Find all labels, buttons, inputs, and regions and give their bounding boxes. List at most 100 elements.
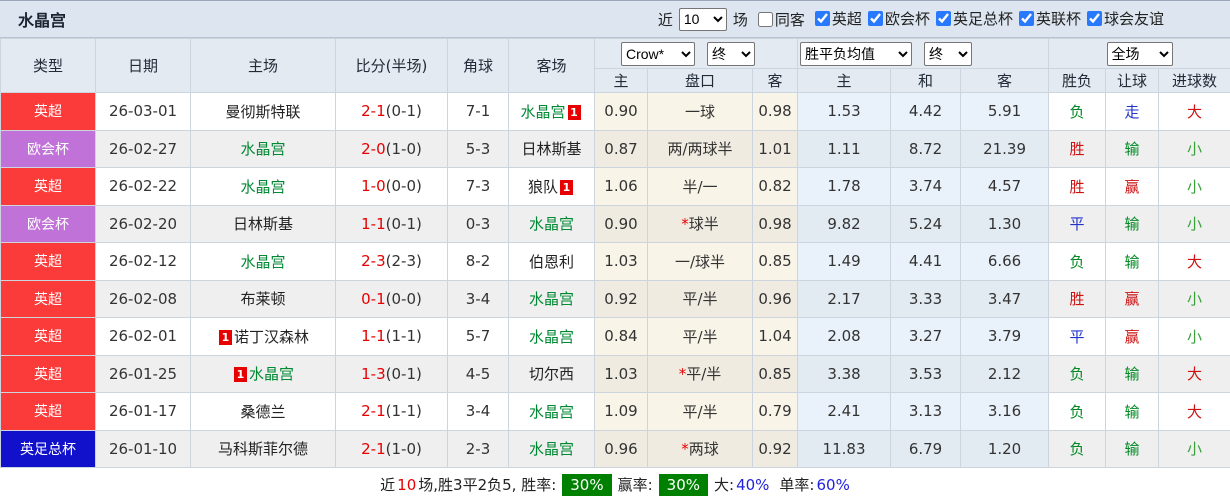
league-type-badge: 英超 xyxy=(0,92,96,131)
league-filter-checkbox[interactable] xyxy=(1086,11,1102,26)
match-row: 欧会杯 26-02-27 水晶宫 2-0(1-0) 5-3 日林斯基 0.87 … xyxy=(0,129,1230,168)
league-filter-checkbox[interactable] xyxy=(867,11,883,26)
away-team-cell[interactable]: 水晶宫 1 xyxy=(508,92,595,131)
score-cell: 2-0(1-0) xyxy=(335,129,448,168)
same-away-filter[interactable]: 同客 xyxy=(757,9,805,30)
match-scope-select[interactable]: 全场 xyxy=(1106,41,1173,66)
match-history-table: 类型 日期 主场 比分(半场) 角球 客场 Crow* 终 胜平负均值 终 全场… xyxy=(0,38,1230,468)
avg-home-odds: 11.83 xyxy=(797,429,892,468)
summary-count: 10 xyxy=(397,475,417,494)
away-team-cell[interactable]: 切尔西 xyxy=(508,354,595,393)
home-team-cell[interactable]: 桑德兰 xyxy=(190,392,336,431)
filter-controls: 近 10 场 同客 英超 欧会杯 英足总杯 英联杯 球会友谊 xyxy=(658,7,1164,31)
avg-draw-odds: 3.13 xyxy=(890,392,962,431)
score-cell: 2-1(1-0) xyxy=(335,429,448,468)
league-filter-checkbox[interactable] xyxy=(1018,11,1034,26)
away-team-cell[interactable]: 伯恩利 xyxy=(508,242,595,281)
avg-draw-odds: 3.33 xyxy=(890,279,962,318)
home-team-cell[interactable]: 马科斯菲尔德 xyxy=(190,429,336,468)
fulltime-score: 1-1 xyxy=(361,327,386,346)
home-team-cell[interactable]: 水晶宫 xyxy=(190,242,336,281)
corner-cell: 2-3 xyxy=(447,429,509,468)
away-team-cell[interactable]: 水晶宫 xyxy=(508,204,595,243)
handicap-result: 输 xyxy=(1105,129,1160,168)
halftime-score: (0-0) xyxy=(385,177,422,196)
avg-draw-odds: 3.53 xyxy=(890,354,962,393)
away-team-name: 水晶宫 xyxy=(528,215,574,234)
handicap-cell: 平/半 xyxy=(647,392,753,431)
match-row: 英超 26-01-17 桑德兰 2-1(1-1) 3-4 水晶宫 1.09 平/… xyxy=(0,392,1230,431)
home-team-cell[interactable]: 日林斯基 xyxy=(190,204,336,243)
handicap-line: 平/半 xyxy=(686,365,722,384)
win-loss-result: 胜 xyxy=(1048,279,1107,318)
home-team-name: 诺丁汉森林 xyxy=(233,327,309,346)
bookmaker-home-odds: 1.03 xyxy=(594,242,648,281)
score-cell: 1-3(0-1) xyxy=(335,354,448,393)
avg-home-odds: 1.53 xyxy=(797,92,892,131)
league-filter-1[interactable]: 英超 xyxy=(814,8,862,29)
league-filter-checkbox[interactable] xyxy=(935,11,951,26)
home-team-cell[interactable]: 水晶宫 xyxy=(190,167,336,206)
bookmaker-state-select[interactable]: 终 xyxy=(707,41,755,66)
avg-state-select[interactable]: 终 xyxy=(924,41,973,66)
home-team-cell[interactable]: 布莱顿 xyxy=(190,279,336,318)
league-type-badge: 英超 xyxy=(0,279,96,318)
same-away-checkbox[interactable] xyxy=(757,11,773,27)
match-date: 26-02-27 xyxy=(95,129,191,168)
league-filter-2[interactable]: 欧会杯 xyxy=(867,8,930,29)
bookmaker-home-odds: 1.03 xyxy=(594,354,648,393)
league-filter-4[interactable]: 英联杯 xyxy=(1018,8,1081,29)
match-date: 26-02-22 xyxy=(95,167,191,206)
league-type-badge: 英超 xyxy=(0,167,96,206)
bookmaker-select[interactable]: Crow* xyxy=(621,41,695,66)
halftime-score: (0-0) xyxy=(385,289,422,308)
sub-header-goals: 进球数 xyxy=(1158,68,1230,93)
home-team-cell[interactable]: 1 诺丁汉森林 xyxy=(190,317,336,356)
away-team-cell[interactable]: 水晶宫 xyxy=(508,279,595,318)
sub-header-crow-home: 主 xyxy=(594,68,648,93)
away-team-name: 切尔西 xyxy=(528,365,574,384)
bookmaker-away-odds: 0.96 xyxy=(751,279,799,318)
goals-result: 小 xyxy=(1158,317,1230,356)
league-filter-checkbox[interactable] xyxy=(814,11,830,26)
avg-away-odds: 4.57 xyxy=(960,167,1050,206)
fulltime-score: 2-1 xyxy=(361,102,386,121)
away-team-name: 狼队 xyxy=(527,177,558,196)
goals-result: 大 xyxy=(1158,242,1230,281)
col-header-away: 客场 xyxy=(508,38,595,93)
halftime-score: (1-1) xyxy=(385,327,422,346)
away-team-cell[interactable]: 日林斯基 xyxy=(508,129,595,168)
handicap-result: 输 xyxy=(1105,242,1160,281)
avg-odds-select[interactable]: 胜平负均值 xyxy=(800,41,913,66)
away-team-cell[interactable]: 水晶宫 xyxy=(508,392,595,431)
sub-header-handicap: 盘口 xyxy=(647,68,753,93)
topbar: 水晶宫 近 10 场 同客 英超 欧会杯 英足总杯 英联杯 球会友谊 xyxy=(0,1,1230,38)
league-filter-3[interactable]: 英足总杯 xyxy=(935,8,1013,29)
match-date: 26-02-08 xyxy=(95,279,191,318)
handicap-cell: 半/一 xyxy=(647,167,753,206)
home-team-cell[interactable]: 水晶宫 xyxy=(190,129,336,168)
sub-header-handicap-result: 让球 xyxy=(1105,68,1160,93)
home-team-cell[interactable]: 1 水晶宫 xyxy=(190,354,336,393)
big-label: 大: xyxy=(714,476,735,494)
away-team-cell[interactable]: 狼队 1 xyxy=(508,167,595,206)
red-card-badge: 1 xyxy=(567,104,581,120)
col-header-home: 主场 xyxy=(190,38,336,93)
avg-away-odds: 3.47 xyxy=(960,279,1050,318)
red-card-badge: 1 xyxy=(560,179,573,195)
away-team-cell[interactable]: 水晶宫 xyxy=(508,429,595,468)
league-filter-label: 欧会杯 xyxy=(884,10,930,28)
halftime-score: (1-0) xyxy=(385,439,422,458)
away-team-cell[interactable]: 水晶宫 xyxy=(508,317,595,356)
league-filter-label: 英联杯 xyxy=(1035,10,1081,28)
halftime-score: (0-1) xyxy=(385,214,422,233)
home-team-cell[interactable]: 曼彻斯特联 xyxy=(190,92,336,131)
win-loss-result: 负 xyxy=(1048,242,1107,281)
league-type-badge: 英超 xyxy=(0,242,96,281)
summary-text: 场,胜3平2负5, 胜率: xyxy=(418,476,557,494)
bookmaker-away-odds: 1.04 xyxy=(751,317,799,356)
handicap-result: 输 xyxy=(1105,204,1160,243)
league-filter-5[interactable]: 球会友谊 xyxy=(1086,8,1164,29)
bookmaker-home-odds: 1.06 xyxy=(594,167,648,206)
recent-games-select[interactable]: 10 xyxy=(678,7,727,31)
